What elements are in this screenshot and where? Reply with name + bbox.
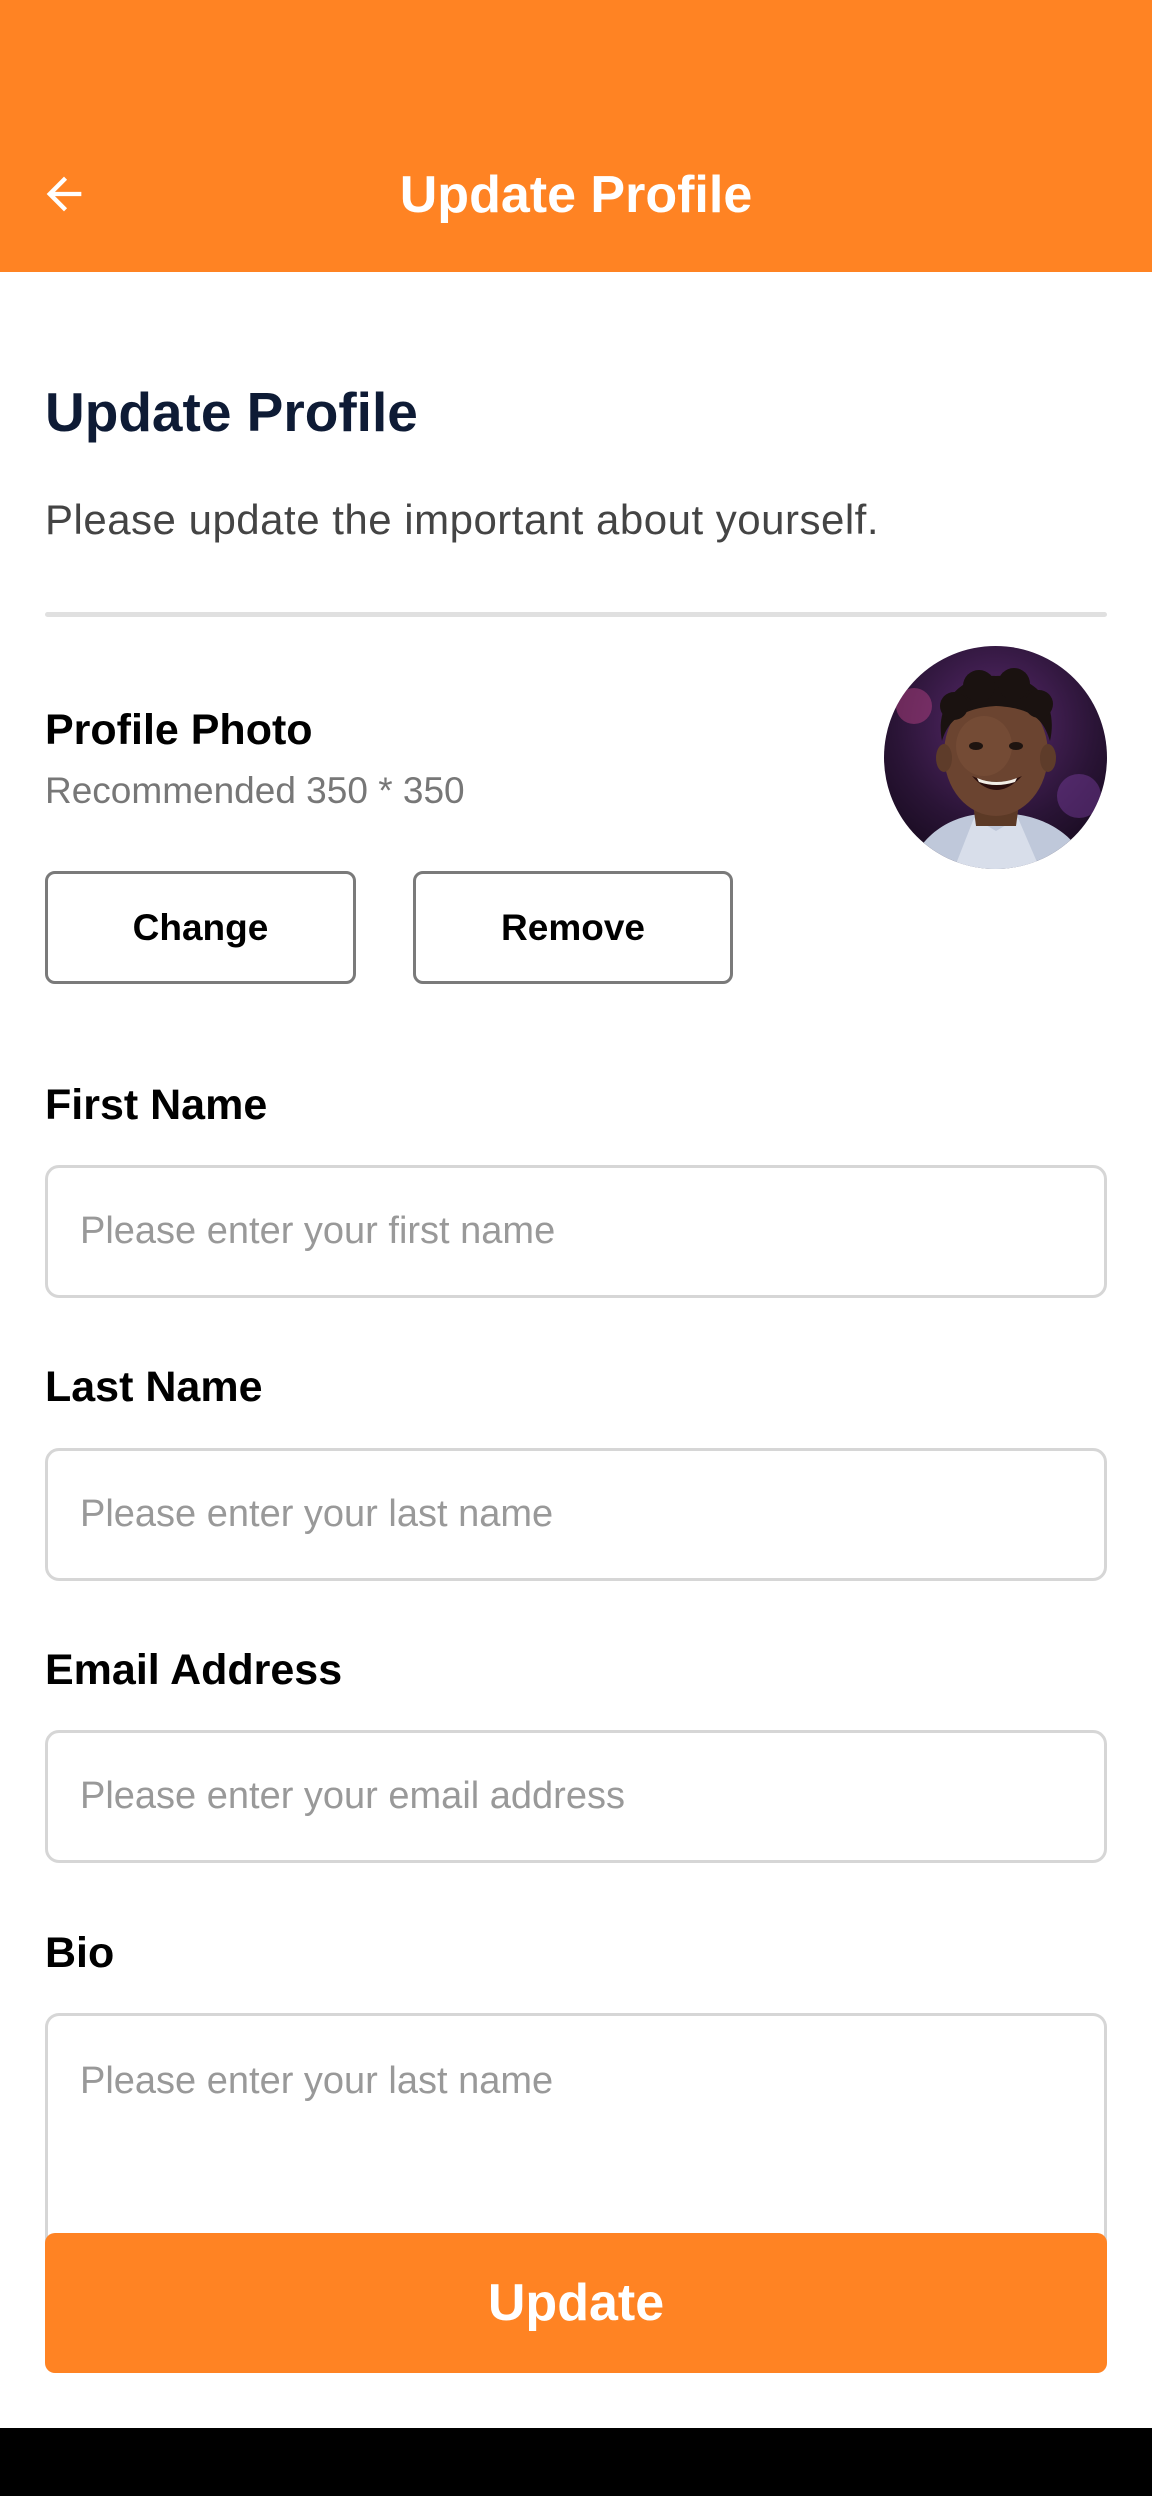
page-subtitle: Please update the important about yourse… (45, 496, 880, 543)
last-name-input[interactable] (48, 1451, 1104, 1578)
email-input[interactable] (48, 1733, 1104, 1860)
bio-field (45, 2013, 1107, 2253)
first-name-label: First Name (45, 1081, 268, 1129)
divider (45, 612, 1107, 617)
app-bar: Update Profile (0, 0, 1152, 272)
system-nav-bar (0, 2428, 1152, 2496)
email-field (45, 1730, 1107, 1863)
bio-label: Bio (45, 1929, 115, 1977)
update-button[interactable]: Update (45, 2233, 1107, 2373)
last-name-field (45, 1448, 1107, 1581)
first-name-input[interactable] (48, 1168, 1104, 1295)
change-photo-button[interactable]: Change (45, 871, 356, 984)
first-name-field (45, 1165, 1107, 1298)
avatar[interactable] (884, 646, 1107, 869)
avatar-image (884, 646, 1107, 869)
remove-photo-button[interactable]: Remove (413, 871, 733, 984)
profile-photo-label: Profile Photo (45, 706, 313, 754)
bio-input[interactable] (48, 2016, 1104, 2253)
app-bar-title: Update Profile (399, 166, 753, 224)
profile-photo-hint: Recommended 350 * 350 (45, 770, 465, 811)
last-name-label: Last Name (45, 1363, 263, 1411)
email-label: Email Address (45, 1646, 343, 1694)
page-title: Update Profile (45, 381, 418, 443)
